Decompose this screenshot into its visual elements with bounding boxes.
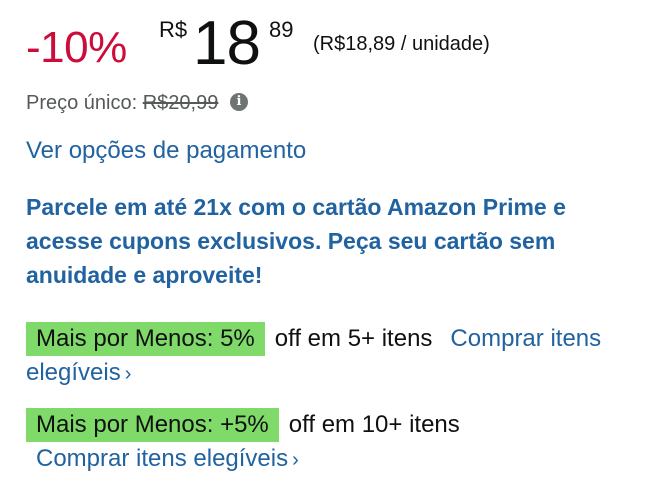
unit-price: (R$18,89 / unidade) [313, 33, 490, 55]
old-price: R$20,99 [142, 92, 219, 114]
price-currency: R$ [159, 17, 188, 42]
offer-link-label: Comprar itens elegíveis [36, 445, 289, 472]
chevron-right-icon: › [292, 449, 299, 471]
promo-card-text[interactable]: Parcele em até 21x com o cartão Amazon P… [26, 190, 626, 292]
info-icon[interactable]: i [229, 92, 248, 111]
offer-badge: Mais por Menos: +5% [26, 408, 279, 442]
price-block: -10% R$ 18 89 (R$18,89 / unidade) [26, 12, 646, 78]
price-fraction: 89 [269, 17, 294, 42]
shop-eligible-items-link[interactable]: Comprar itens elegíveis › [36, 442, 646, 477]
discount-percent: -10% [26, 23, 127, 72]
single-price-row: Preço único: R$20,99 i [26, 90, 248, 116]
offer-row: Mais por Menos: +5% off em 10+ itens Comp… [26, 408, 646, 477]
price-whole: 18 [193, 9, 261, 78]
payment-options-link[interactable]: Ver opções de pagamento [26, 136, 306, 166]
chevron-right-icon: › [124, 363, 132, 385]
offer-row: Mais por Menos: 5% off em 5+ itens Comprar… [26, 322, 646, 391]
offer-text: off em 10+ itens [288, 411, 460, 438]
offer-badge: Mais por Menos: 5% [26, 322, 265, 356]
single-price-label: Preço único: [26, 92, 138, 114]
offer-text: off em 5+ itens [274, 325, 433, 352]
